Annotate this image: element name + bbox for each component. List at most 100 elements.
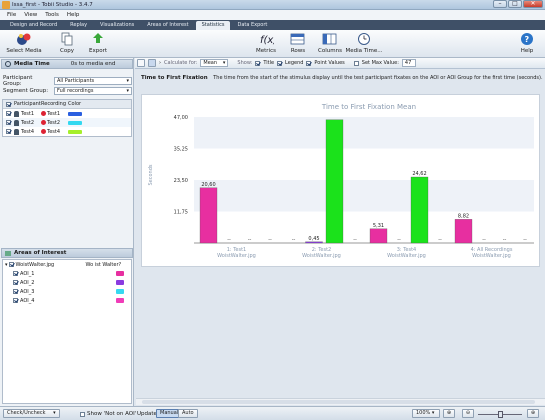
tab-replay[interactable]: Replay — [64, 21, 93, 30]
aoi-name: AOI_3 — [20, 288, 35, 295]
tab-design-and-record[interactable]: Design and Record — [4, 21, 63, 30]
participant-name: Test2 — [21, 119, 35, 126]
select-media-button[interactable]: Select Media — [4, 32, 44, 54]
y-axis-label: Seconds — [148, 164, 154, 185]
zoom-in-button[interactable]: ⊕ — [527, 409, 539, 418]
participant-color-swatch[interactable] — [68, 120, 82, 125]
clock-icon — [356, 32, 372, 46]
point-values-checkbox[interactable] — [306, 60, 312, 66]
set-max-value-label: Set Max Value: — [361, 60, 399, 66]
participant-checkbox[interactable] — [6, 111, 11, 116]
participant-row[interactable]: Test1 Test1 — [3, 109, 131, 118]
bar-aoi-3 — [410, 176, 429, 244]
aoi-color-swatch[interactable] — [116, 280, 124, 285]
grid-band — [194, 117, 534, 149]
title-checkbox[interactable] — [255, 60, 261, 66]
aoi-checkbox[interactable] — [13, 298, 18, 303]
zoom-fit-button[interactable]: ⊕ — [443, 409, 455, 418]
tab-statistics[interactable]: Statistics — [195, 21, 231, 30]
aoi-row[interactable]: AOI_1 — [3, 269, 131, 278]
metric-heading: Time to First Fixation — [141, 75, 208, 81]
aoi-media-name: WoistWalter.jpg — [15, 261, 55, 268]
aoi-icon — [5, 250, 11, 256]
main-toolbar: Select Media Copy Export f(x) Metrics Ro… — [0, 30, 545, 58]
media-time-header[interactable]: Media Time 0s to media end — [1, 59, 133, 69]
menu-tools[interactable]: Tools — [42, 12, 62, 18]
calculate-for-select[interactable]: Mean ▾ — [200, 59, 229, 67]
copy-icon — [59, 32, 75, 46]
participant-color-swatch[interactable] — [68, 111, 82, 116]
media-time-button[interactable]: Media Time... — [344, 32, 384, 54]
aoi-media-row[interactable]: ▾ WoistWalter.jpg Wo ist Walter? — [3, 260, 131, 269]
participant-row[interactable]: Test2 Test2 — [3, 118, 131, 127]
legend-checkbox[interactable] — [277, 60, 283, 66]
minimize-button[interactable]: – — [493, 0, 507, 8]
zoom-out-icon: ⊖ — [465, 410, 471, 416]
bar-value-label: -- — [268, 237, 272, 243]
menu-view[interactable]: View — [21, 12, 40, 18]
participant-name: Test4 — [21, 128, 35, 135]
aoi-media-checkbox[interactable] — [8, 262, 14, 267]
participant-checkbox[interactable] — [6, 129, 11, 134]
bar-value-label: 0,45 — [308, 236, 319, 242]
segment-group-select[interactable]: Full recordings ▾ — [54, 87, 132, 95]
recording-name: Test2 — [47, 119, 61, 126]
update-auto-button[interactable]: Auto — [178, 409, 198, 418]
set-max-value-input[interactable]: 47 — [401, 59, 416, 67]
zoom-slider-handle[interactable] — [498, 411, 503, 418]
export-button[interactable]: Export — [78, 32, 118, 54]
aoi-list: ▾ WoistWalter.jpg Wo ist Walter? AOI_1 A… — [2, 259, 132, 404]
tab-areas-of-interest[interactable]: Areas of Interest — [141, 21, 194, 30]
bar-value-label: -- — [292, 237, 296, 243]
participant-group-label: Participant Group: — [3, 75, 33, 87]
table-view-button[interactable] — [137, 59, 145, 67]
recording-icon — [41, 129, 46, 134]
aoi-color-swatch[interactable] — [116, 289, 124, 294]
tab-data-export[interactable]: Data Export — [231, 21, 273, 30]
help-button[interactable]: ? Help — [512, 32, 542, 54]
window-title: Issa_first - Tobii Studio - 3.4.7 — [12, 1, 93, 8]
show-label: Show: — [237, 60, 253, 66]
export-label: Export — [88, 48, 107, 54]
select-all-checkbox[interactable] — [6, 101, 11, 107]
zoom-select[interactable]: 100% ▾ — [412, 409, 440, 418]
check-uncheck-button[interactable]: Check/Uncheck ▾ — [3, 409, 60, 418]
recording-name: Test1 — [47, 110, 61, 117]
horizontal-scrollbar[interactable] — [136, 398, 545, 405]
aoi-row[interactable]: AOI_3 — [3, 287, 131, 296]
zoom-out-button[interactable]: ⊖ — [462, 409, 474, 418]
scrollbar-thumb[interactable] — [142, 400, 535, 404]
participant-color-swatch[interactable] — [68, 129, 82, 134]
show-not-on-aoi-checkbox[interactable] — [80, 411, 85, 417]
chart-view-button[interactable] — [148, 59, 156, 67]
aoi-color-swatch[interactable] — [116, 298, 124, 303]
menu-help[interactable]: Help — [64, 12, 83, 18]
participant-group-select[interactable]: All Participants ▾ — [54, 77, 132, 85]
set-max-value-checkbox[interactable] — [353, 60, 359, 66]
y-tick-label: 35,25 — [174, 147, 188, 153]
menu-file[interactable]: File — [4, 12, 19, 18]
zoom-in-icon: ⊕ — [530, 410, 536, 416]
aoi-row[interactable]: AOI_2 — [3, 278, 131, 287]
chevron-down-icon: ▾ — [431, 410, 435, 416]
bar-value-label: 20,60 — [201, 182, 215, 188]
maximize-button[interactable]: □ — [508, 0, 522, 8]
aoi-checkbox[interactable] — [13, 289, 18, 294]
show-not-on-aoi-row: Show 'Not on AOI' — [80, 411, 136, 417]
aoi-row[interactable]: AOI_4 — [3, 296, 131, 305]
select-media-label: Select Media — [6, 48, 42, 54]
aoi-color-swatch[interactable] — [116, 271, 124, 276]
participant-row[interactable]: Test4 Test4 — [3, 127, 131, 136]
participant-group-row: Participant Group: All Participants ▾ — [3, 75, 132, 87]
aoi-title: Areas of Interest — [14, 250, 67, 256]
chevron-down-icon: ▾ — [222, 60, 226, 66]
segment-group-row: Segment Group: Full recordings ▾ — [3, 87, 132, 95]
window-controls: – □ ✕ — [493, 0, 543, 9]
participant-checkbox[interactable] — [6, 120, 11, 125]
aoi-checkbox[interactable] — [13, 271, 18, 276]
tab-visualizations[interactable]: Visualizations — [94, 21, 140, 30]
close-button[interactable]: ✕ — [523, 0, 543, 8]
aoi-checkbox[interactable] — [13, 280, 18, 285]
aoi-header[interactable]: Areas of Interest — [1, 248, 133, 258]
participant-group-value: All Participants — [57, 78, 95, 84]
